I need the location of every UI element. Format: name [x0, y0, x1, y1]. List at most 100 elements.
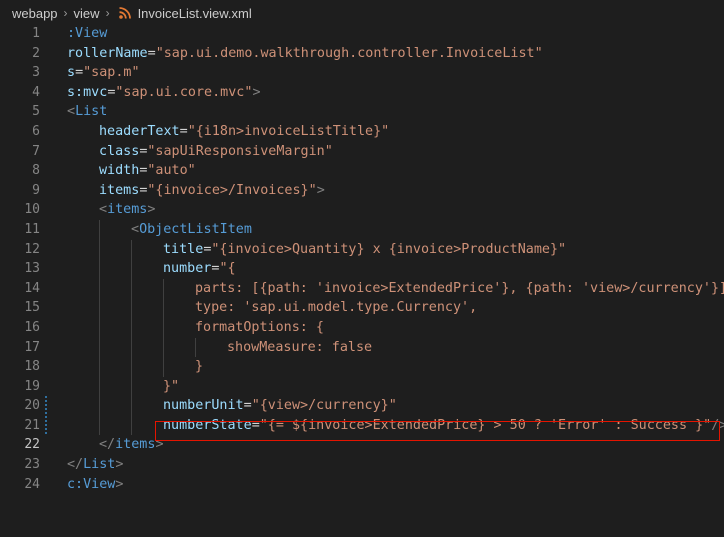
code-content: headerText="{i18n>invoiceListTitle}" [99, 122, 389, 142]
code-line[interactable]: 1:View [0, 24, 724, 44]
code-line[interactable]: 18} [0, 357, 724, 377]
indent-guide [99, 337, 100, 358]
code-token: = [179, 123, 188, 139]
code-token: "{ [219, 261, 236, 277]
line-number: 2 [32, 45, 40, 61]
code-token: s:mvc [67, 84, 108, 100]
code-token: > [147, 202, 156, 218]
line-number: 10 [24, 202, 40, 218]
code-token: > [252, 84, 261, 100]
code-token: = [75, 65, 84, 81]
indent-guide [99, 259, 100, 279]
code-line[interactable]: 11 <ObjectListItem [0, 219, 724, 240]
code-content: title="{invoice>Quantity} x {invoice>Pro… [163, 240, 566, 260]
code-line[interactable]: 7 class="sapUiResponsiveMargin" [0, 142, 724, 162]
code-token: number [163, 261, 212, 277]
code-content: <ObjectListItem [131, 220, 252, 240]
code-content: class="sapUiResponsiveMargin" [99, 142, 333, 162]
indent-guide [131, 317, 132, 338]
indent-guide [131, 298, 132, 318]
code-token: </ [99, 437, 116, 453]
code-content: parts: [{path: 'invoice>ExtendedPrice'},… [195, 279, 724, 299]
line-number: 5 [32, 104, 40, 120]
code-token: showMeasure: false [227, 339, 373, 355]
indent-guide [99, 376, 100, 397]
code-token: items [115, 437, 156, 453]
code-token: List [83, 457, 116, 473]
code-token: "{invoice>/Invoices}" [147, 182, 317, 198]
code-line[interactable]: 24 c:View> [0, 475, 724, 495]
code-line[interactable]: 17 showMeasure: false [0, 337, 724, 358]
code-token: c:View [67, 476, 116, 492]
code-content: <items> [99, 200, 155, 220]
code-line[interactable]: 19 }" [0, 376, 724, 397]
code-token: > [316, 182, 325, 198]
breadcrumb: webapp › view › InvoiceList.view.xml [0, 0, 724, 26]
code-token: items [107, 202, 148, 218]
code-token: :View [67, 26, 108, 41]
modified-line-marker [45, 396, 47, 416]
indent-guide [131, 415, 132, 436]
code-token: rollerName [67, 45, 148, 61]
code-line[interactable]: 5 <List [0, 102, 724, 122]
indent-guide [99, 278, 100, 299]
line-number: 17 [24, 339, 40, 355]
chevron-right-icon: › [105, 6, 110, 20]
code-content: number="{ [163, 259, 236, 279]
code-token: }" [163, 378, 180, 394]
code-content: c:View> [67, 475, 123, 495]
code-token: "sap.ui.core.mvc" [115, 84, 253, 100]
code-line[interactable]: 6 headerText="{i18n>invoiceListTitle}" [0, 122, 724, 142]
breadcrumb-item-view[interactable]: view [74, 6, 100, 21]
modified-line-marker [45, 415, 47, 436]
line-number: 16 [24, 319, 40, 335]
chevron-right-icon: › [63, 6, 68, 20]
code-token: "sap.m" [83, 65, 140, 81]
indent-guide [99, 219, 100, 240]
code-token: "auto" [147, 163, 196, 179]
code-line[interactable]: 13 number="{ [0, 259, 724, 279]
line-number: 13 [24, 261, 40, 277]
code-content: rollerName="sap.ui.demo.walkthrough.cont… [67, 44, 543, 64]
code-token: </ [67, 457, 84, 473]
code-token: List [75, 104, 108, 120]
code-line[interactable]: 16 formatOptions: { [0, 317, 724, 338]
line-number: 19 [24, 378, 40, 394]
code-token: items [99, 182, 140, 198]
code-content: type: 'sap.ui.model.type.Currency', [195, 298, 477, 318]
code-token: width [99, 163, 140, 179]
rss-icon [118, 6, 132, 20]
code-line[interactable]: 23 </List> [0, 455, 724, 475]
code-line[interactable]: 12 title="{invoice>Quantity} x {invoice>P… [0, 239, 724, 260]
code-line[interactable]: 20 numberUnit="{view>/currency}" [0, 396, 724, 416]
code-line[interactable]: 4 s:mvc="sap.ui.core.mvc"> [0, 83, 724, 103]
breadcrumb-item-file[interactable]: InvoiceList.view.xml [138, 6, 252, 21]
code-line[interactable]: 8 width="auto" [0, 161, 724, 181]
code-content: s="sap.m" [67, 63, 140, 83]
code-token: parts: [{path: 'invoice>ExtendedPrice'},… [195, 280, 724, 296]
code-line[interactable]: 10 <items> [0, 200, 724, 220]
line-number: 21 [24, 417, 40, 433]
code-token: > [115, 476, 124, 492]
code-line[interactable]: 9 items="{invoice>/Invoices}"> [0, 181, 724, 201]
indent-guide [131, 357, 132, 377]
code-content: numberUnit="{view>/currency}" [163, 396, 397, 416]
indent-guide [131, 376, 132, 397]
code-content: </items> [99, 435, 164, 455]
code-line[interactable]: 3 s="sap.m" [0, 63, 724, 83]
code-line[interactable]: 2 rollerName="sap.ui.demo.walkthrough.con… [0, 44, 724, 64]
highlight-box [155, 421, 720, 441]
code-token: < [131, 221, 140, 237]
indent-guide [163, 278, 164, 299]
breadcrumb-item-webapp[interactable]: webapp [12, 6, 58, 21]
line-number: 15 [24, 300, 40, 316]
code-line[interactable]: 14 parts: [{path: 'invoice>ExtendedPrice'… [0, 278, 724, 299]
line-number: 11 [24, 221, 40, 237]
indent-guide [163, 298, 164, 318]
line-number: 14 [24, 280, 40, 296]
line-number: 24 [24, 476, 40, 492]
code-content: :View [67, 24, 107, 44]
line-number: 18 [24, 359, 40, 375]
indent-guide [131, 337, 132, 358]
code-line[interactable]: 15 type: 'sap.ui.model.type.Currency', [0, 298, 724, 318]
